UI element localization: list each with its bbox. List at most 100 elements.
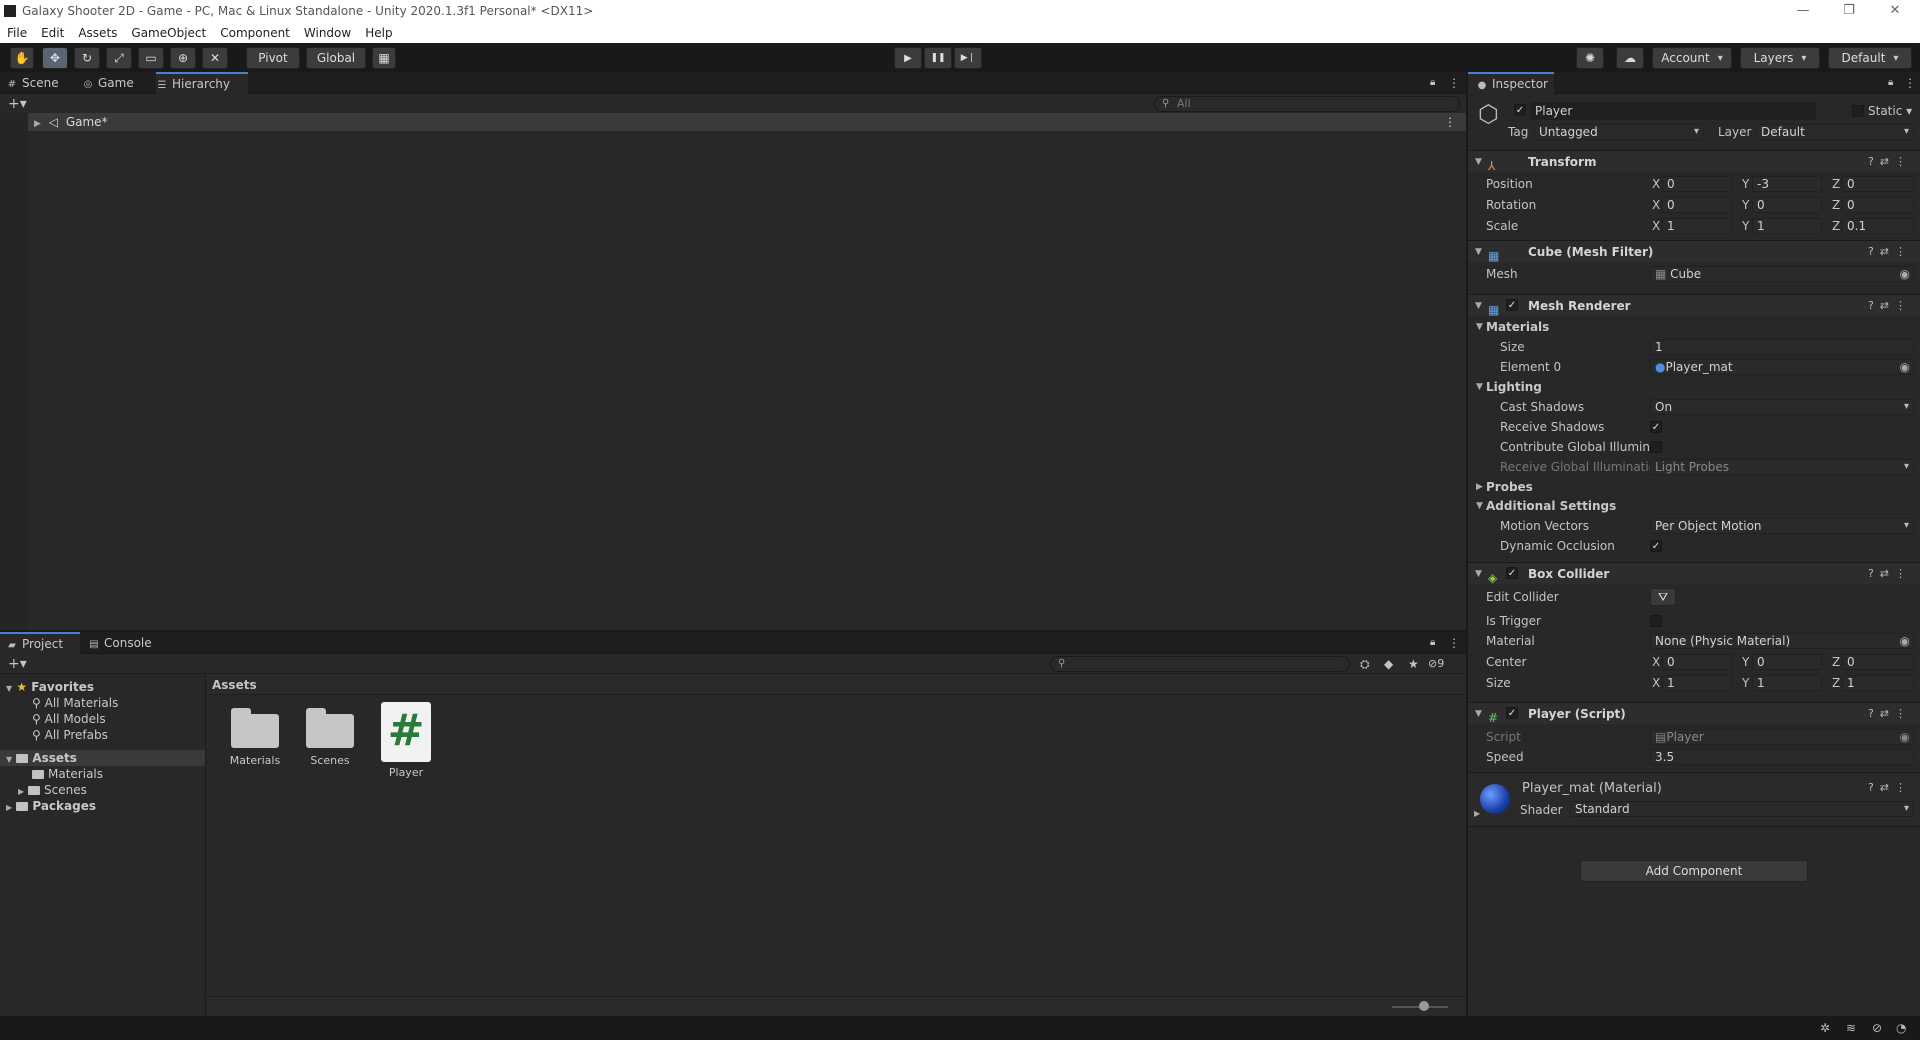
scale-z[interactable]: 0.1: [1842, 218, 1914, 234]
menu-file[interactable]: File: [0, 26, 34, 40]
expand-arrow-icon[interactable]: ▶: [18, 787, 24, 796]
layout-dropdown[interactable]: Default: [1828, 47, 1912, 69]
pause-button[interactable]: ❚❚: [924, 47, 952, 69]
minimize-button[interactable]: —: [1780, 0, 1826, 22]
materials-section[interactable]: ▼ Materials: [1468, 318, 1920, 336]
additional-settings-section[interactable]: ▼ Additional Settings: [1468, 497, 1920, 515]
menu-window[interactable]: Window: [297, 26, 358, 40]
probes-section[interactable]: ▶ Probes: [1468, 478, 1920, 496]
panel-menu-icon[interactable]: ⋮: [1448, 637, 1460, 649]
menu-component[interactable]: Component: [213, 26, 297, 40]
dynamic-occlusion-checkbox[interactable]: ✓: [1650, 540, 1662, 552]
component-controls-icon[interactable]: ?⇄⋮: [1868, 295, 1912, 317]
mesh-field[interactable]: ▦ Cube ◉: [1650, 266, 1914, 282]
hand-tool-icon[interactable]: ✋: [10, 47, 34, 69]
tab-scene[interactable]: # Scene: [6, 72, 78, 94]
add-component-button[interactable]: Add Component: [1580, 860, 1808, 882]
create-plus-icon[interactable]: +▾: [8, 97, 27, 111]
scene-menu-icon[interactable]: ⋮: [1444, 113, 1456, 131]
element0-field[interactable]: ●Player_mat ◉: [1650, 359, 1914, 375]
scene-row[interactable]: ▶ ◁ Game* ⋮: [28, 113, 1466, 131]
box-collider-header[interactable]: ▼ ◈ ✓ Box Collider ?⇄⋮: [1468, 562, 1920, 585]
collapse-arrow-icon[interactable]: ▼: [6, 684, 12, 693]
position-z[interactable]: 0: [1842, 176, 1914, 192]
asset-player-script[interactable]: # Player: [376, 702, 436, 779]
pivot-toggle[interactable]: Pivot: [246, 47, 300, 69]
collapse-arrow-icon[interactable]: ▼: [1475, 151, 1482, 173]
lighting-section[interactable]: ▼ Lighting: [1468, 378, 1920, 396]
maximize-button[interactable]: ❐: [1826, 0, 1872, 22]
static-checkbox[interactable]: [1852, 105, 1864, 117]
fav-all-models[interactable]: ⚲ All Models: [32, 711, 106, 727]
project-search-input[interactable]: ⚲: [1050, 656, 1350, 672]
scale-tool-icon[interactable]: ⤢: [106, 47, 132, 69]
center-y[interactable]: 0: [1752, 654, 1822, 670]
asset-scenes-folder[interactable]: Scenes: [300, 708, 360, 767]
icon-size-slider-thumb[interactable]: [1419, 1001, 1429, 1011]
bug-icon[interactable]: ✲: [1820, 1022, 1830, 1034]
asset-materials-folder[interactable]: Materials: [225, 708, 285, 767]
project-breadcrumb[interactable]: Assets: [207, 675, 1466, 695]
auto-generate-lighting-icon[interactable]: ⊘: [1872, 1022, 1882, 1034]
favorite-star-icon[interactable]: ★: [1408, 658, 1419, 670]
component-controls-icon[interactable]: ?⇄⋮: [1868, 151, 1912, 173]
close-button[interactable]: ✕: [1872, 0, 1918, 22]
tree-scenes[interactable]: ▶ Scenes: [18, 782, 87, 798]
collider-material-field[interactable]: None (Physic Material) ◉: [1650, 633, 1914, 649]
active-checkbox[interactable]: ✓: [1514, 104, 1526, 116]
collapse-arrow-icon[interactable]: ▼: [1475, 241, 1482, 263]
tab-hierarchy[interactable]: ☰ Hierarchy: [156, 72, 248, 94]
position-x[interactable]: 0: [1662, 176, 1732, 192]
scale-x[interactable]: 1: [1662, 218, 1732, 234]
is-trigger-checkbox[interactable]: [1650, 615, 1662, 627]
mesh-filter-header[interactable]: ▼ ▦ Cube (Mesh Filter) ?⇄⋮: [1468, 240, 1920, 263]
menu-edit[interactable]: Edit: [34, 26, 71, 40]
object-picker-icon[interactable]: ◉: [1900, 267, 1910, 281]
filter-type-icon[interactable]: ⛭: [1360, 658, 1370, 670]
lock-icon[interactable]: 🔒︎: [1430, 78, 1435, 88]
component-controls-icon[interactable]: ?⇄⋮: [1868, 241, 1912, 263]
rotation-z[interactable]: 0: [1842, 197, 1914, 213]
custom-tool-icon[interactable]: ✕: [202, 47, 228, 69]
database-icon[interactable]: ≋: [1846, 1022, 1856, 1034]
material-sphere-icon[interactable]: [1480, 784, 1510, 814]
collider-size-y[interactable]: 1: [1752, 675, 1822, 691]
player-script-enabled-checkbox[interactable]: ✓: [1506, 707, 1518, 719]
tab-project[interactable]: ▰ Project: [0, 632, 80, 654]
menu-gameobject[interactable]: GameObject: [124, 26, 213, 40]
expand-arrow-icon[interactable]: ▶: [34, 119, 41, 129]
center-z[interactable]: 0: [1842, 654, 1914, 670]
receive-shadows-checkbox[interactable]: ✓: [1650, 421, 1662, 433]
collapse-arrow-icon[interactable]: ▼: [1475, 563, 1482, 585]
panel-menu-icon[interactable]: ⋮: [1448, 77, 1460, 89]
component-controls-icon[interactable]: ?⇄⋮: [1868, 563, 1912, 585]
menu-assets[interactable]: Assets: [71, 26, 124, 40]
position-y[interactable]: -3: [1752, 176, 1822, 192]
object-picker-icon[interactable]: ◉: [1900, 634, 1910, 648]
rect-tool-icon[interactable]: ▭: [138, 47, 164, 69]
hidden-packages-icon[interactable]: ⊘9: [1428, 658, 1444, 669]
create-plus-icon[interactable]: +▾: [8, 657, 27, 671]
expand-arrow-icon[interactable]: ▶: [6, 803, 12, 812]
collapse-arrow-icon[interactable]: ▼: [1476, 497, 1483, 515]
grid-snap-icon[interactable]: ▦: [372, 47, 396, 69]
mesh-renderer-enabled-checkbox[interactable]: ✓: [1506, 299, 1518, 311]
cloud-icon[interactable]: ☁: [1616, 47, 1644, 69]
center-x[interactable]: 0: [1662, 654, 1732, 670]
scale-y[interactable]: 1: [1752, 218, 1822, 234]
tag-dropdown[interactable]: Untagged: [1534, 124, 1704, 140]
object-picker-icon[interactable]: ◉: [1900, 360, 1910, 374]
tab-inspector[interactable]: ● Inspector: [1468, 72, 1554, 94]
tree-materials[interactable]: Materials: [32, 766, 103, 782]
shader-dropdown[interactable]: Standard: [1570, 801, 1914, 817]
collapse-arrow-icon[interactable]: ▼: [6, 755, 12, 764]
lock-icon[interactable]: 🔒︎: [1888, 78, 1893, 88]
fav-all-materials[interactable]: ⚲ All Materials: [32, 695, 118, 711]
favorites-node[interactable]: ▼ ★ Favorites: [6, 679, 94, 695]
edit-collider-button[interactable]: ⛛: [1650, 588, 1676, 606]
hierarchy-search-input[interactable]: ⚲ All: [1154, 96, 1460, 112]
progress-icon[interactable]: ◔: [1896, 1022, 1906, 1034]
tab-game[interactable]: ◎ Game: [82, 72, 152, 94]
component-controls-icon[interactable]: ?⇄⋮: [1868, 703, 1912, 725]
player-script-header[interactable]: ▼ # ✓ Player (Script) ?⇄⋮: [1468, 702, 1920, 725]
